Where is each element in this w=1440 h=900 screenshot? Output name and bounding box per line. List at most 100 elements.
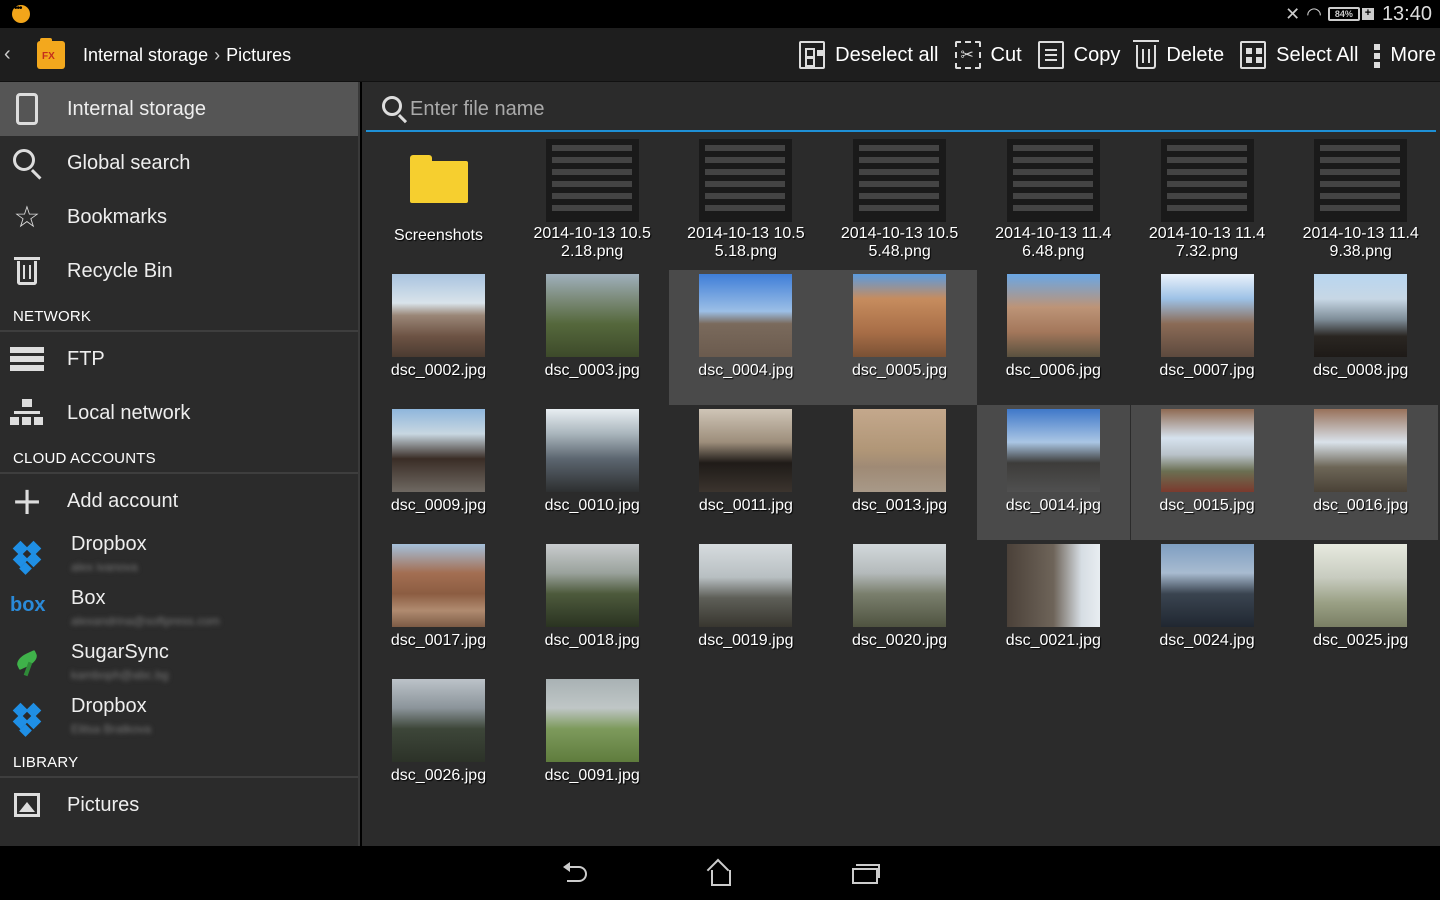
overflow-menu-icon: [1374, 41, 1381, 69]
cut-label: Cut: [990, 43, 1022, 66]
file-name: dsc_0003.jpg: [544, 362, 640, 379]
file-name: dsc_0018.jpg: [544, 632, 640, 649]
deselect-all-button[interactable]: Deselect all: [799, 41, 939, 69]
file-item[interactable]: 2014-10-13 10.5 5.18.png: [669, 137, 822, 272]
copy-button[interactable]: Copy: [1037, 41, 1120, 69]
sugarsync-icon: [10, 648, 44, 682]
home-icon[interactable]: [706, 860, 736, 886]
file-item[interactable]: dsc_0006.jpg: [977, 272, 1130, 407]
file-item[interactable]: 2014-10-13 11.4 9.38.png: [1284, 137, 1437, 272]
photo-thumbnail: [392, 274, 485, 357]
sidebar-item-global-search[interactable]: Global search: [0, 136, 358, 190]
sidebar-item-label: Internal storage: [67, 97, 206, 120]
sidebar-item-local-network[interactable]: Local network: [0, 386, 358, 440]
file-item[interactable]: dsc_0003.jpg: [516, 272, 669, 407]
cut-icon: [954, 41, 981, 69]
nfc-icon: ✕: [1285, 3, 1301, 25]
status-icons: ✕ ◠ 84% + 13:40: [1285, 3, 1432, 25]
sidebar-item-ftp[interactable]: FTP: [0, 332, 358, 386]
file-name: 2014-10-13 10.5 5.18.png: [687, 225, 805, 260]
notification-icon: [12, 3, 30, 23]
file-item[interactable]: dsc_0004.jpg: [669, 272, 822, 407]
cut-button[interactable]: Cut: [954, 41, 1022, 69]
file-item[interactable]: dsc_0010.jpg: [516, 407, 669, 542]
select-all-button[interactable]: Select All: [1240, 41, 1358, 69]
sidebar-item-label: Add account: [67, 489, 179, 512]
back-icon[interactable]: [563, 860, 593, 886]
file-item[interactable]: dsc_0025.jpg: [1284, 542, 1437, 677]
app-logo-icon[interactable]: FX: [37, 38, 65, 69]
photo-thumbnail: [853, 409, 947, 492]
file-name: dsc_0009.jpg: [390, 497, 487, 514]
file-item[interactable]: dsc_0091.jpg: [516, 677, 669, 812]
sidebar-item-sugarsync[interactable]: SugarSync kamboph@abc.bg: [0, 636, 358, 690]
photo-thumbnail: [1314, 409, 1408, 492]
file-item[interactable]: dsc_0005.jpg: [823, 272, 976, 407]
file-name: dsc_0020.jpg: [852, 632, 948, 649]
sidebar-item-bookmarks[interactable]: ☆ Bookmarks: [0, 190, 358, 244]
photo-thumbnail: [392, 679, 485, 762]
file-item[interactable]: dsc_0014.jpg: [977, 407, 1130, 542]
photo-thumbnail: [1160, 409, 1254, 492]
photo-thumbnail: [1160, 274, 1254, 357]
box-icon: box: [10, 594, 46, 616]
file-item[interactable]: dsc_0015.jpg: [1131, 407, 1284, 542]
file-item[interactable]: 2014-10-13 10.5 5.48.png: [823, 137, 976, 272]
file-name-search-input[interactable]: [410, 94, 1310, 124]
dropbox-icon: [10, 702, 44, 737]
photo-thumbnail: [545, 544, 639, 627]
photo-thumbnail: [699, 274, 793, 357]
photo-thumbnail: [1006, 274, 1100, 357]
file-item[interactable]: dsc_0013.jpg: [823, 407, 976, 542]
breadcrumb: Internal storage › Pictures: [83, 45, 291, 66]
file-item[interactable]: dsc_0007.jpg: [1131, 272, 1284, 407]
file-item[interactable]: dsc_0016.jpg: [1284, 407, 1437, 542]
cloud-account-name: SugarSync: [71, 641, 169, 663]
more-button[interactable]: More: [1374, 41, 1436, 69]
photo-thumbnail: [1314, 544, 1408, 627]
search-icon: [382, 96, 402, 116]
sidebar: Internal storage Global search ☆ Bookmar…: [0, 82, 360, 846]
file-item[interactable]: 2014-10-13 10.5 2.18.png: [516, 137, 669, 272]
file-item[interactable]: dsc_0017.jpg: [362, 542, 515, 677]
battery-level: 84%: [1327, 7, 1360, 21]
file-grid: Screenshots 2014-10-13 10.5 2.18.png 2014-1…: [362, 137, 1440, 837]
file-browser: Screenshots 2014-10-13 10.52.18.png 2014-1…: [362, 82, 1440, 846]
file-name: dsc_0005.jpg: [852, 362, 948, 379]
sidebar-item-dropbox[interactable]: Dropbox alex ivanova: [0, 528, 358, 582]
file-item[interactable]: dsc_0019.jpg: [669, 542, 822, 677]
file-item[interactable]: 2014-10-13 11.4 7.32.png: [1131, 137, 1284, 272]
wifi-icon: ◠: [1306, 3, 1322, 25]
sidebar-item-add-account[interactable]: + Add account: [0, 474, 358, 528]
sidebar-item-dropbox-2[interactable]: Dropbox Elitsa Bratkova: [0, 690, 358, 744]
breadcrumb-internal-storage[interactable]: Internal storage: [83, 45, 208, 66]
sidebar-item-pictures[interactable]: Pictures: [0, 778, 358, 832]
file-item[interactable]: dsc_0024.jpg: [1131, 542, 1284, 677]
up-navigation-icon[interactable]: ‹: [4, 43, 11, 66]
photo-thumbnail: [1006, 544, 1100, 627]
file-name: dsc_0016.jpg: [1313, 497, 1409, 514]
file-item[interactable]: dsc_0026.jpg: [362, 677, 515, 812]
sidebar-item-internal-storage[interactable]: Internal storage: [0, 82, 358, 136]
file-item[interactable]: dsc_0021.jpg: [977, 542, 1130, 677]
file-item[interactable]: dsc_0011.jpg: [669, 407, 822, 542]
file-name: 2014-10-13 11.4 7.32.png: [1148, 225, 1266, 260]
file-item[interactable]: dsc_0020.jpg: [823, 542, 976, 677]
sidebar-item-box[interactable]: box Box alexandrina@softpress.com: [0, 582, 358, 636]
file-item[interactable]: dsc_0002.jpg: [362, 272, 515, 407]
folder-item[interactable]: Screenshots: [362, 137, 515, 272]
breadcrumb-pictures[interactable]: Pictures: [226, 45, 291, 66]
file-name: 2014-10-13 10.5 2.18.png: [533, 225, 651, 260]
recent-apps-icon[interactable]: [850, 860, 880, 886]
file-item[interactable]: 2014-10-13 11.4 6.48.png: [977, 137, 1130, 272]
photo-thumbnail: [545, 274, 639, 357]
sidebar-item-recycle-bin[interactable]: Recycle Bin: [0, 244, 358, 298]
file-item[interactable]: dsc_0008.jpg: [1284, 272, 1437, 407]
delete-button[interactable]: Delete: [1133, 40, 1224, 69]
screenshot-thumbnail: [545, 139, 639, 222]
file-item[interactable]: dsc_0009.jpg: [362, 407, 515, 542]
file-name: dsc_0015.jpg: [1159, 497, 1255, 514]
action-buttons: Deselect all Cut Copy Delete Select All …: [783, 28, 1436, 82]
file-name: dsc_0021.jpg: [1005, 632, 1101, 649]
file-item[interactable]: dsc_0018.jpg: [516, 542, 669, 677]
